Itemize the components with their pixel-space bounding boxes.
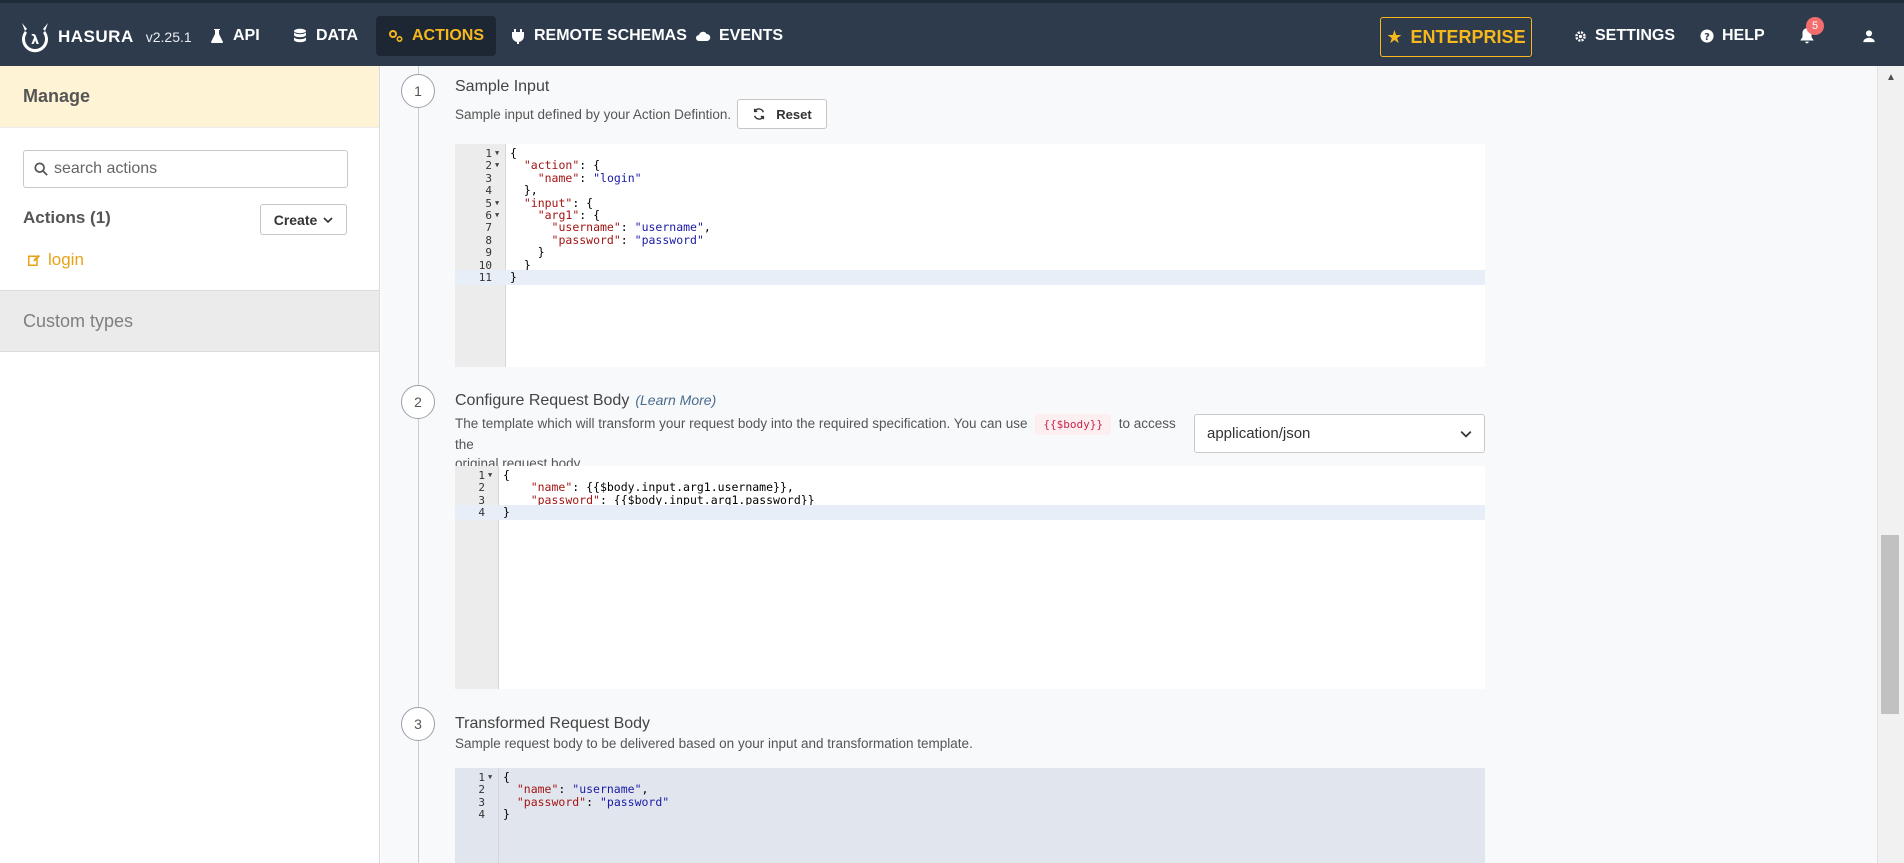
cogs-icon — [389, 30, 403, 43]
nav-remote-schemas-label: REMOTE SCHEMAS — [534, 27, 687, 44]
content-type-select[interactable]: application/json — [1194, 414, 1485, 453]
cloud-icon — [696, 31, 711, 41]
transformed-body-preview: 1 ▼{2 "name": "username", 3 "password": "p… — [455, 768, 1485, 863]
database-icon — [294, 28, 306, 43]
nav-data[interactable]: DATA — [280, 16, 370, 56]
step-3-number: 3 — [401, 707, 435, 741]
brand-name: HASURA — [58, 27, 134, 46]
edit-icon — [28, 254, 40, 266]
help-icon: ? — [1700, 29, 1714, 43]
scroll-up-arrow-icon[interactable]: ▲ — [1886, 72, 1896, 83]
nav-actions[interactable]: ACTIONS — [376, 16, 496, 56]
sidebar-item-login-label: login — [48, 250, 84, 269]
hasura-logo[interactable]: λ HASURA v2.25.1 — [18, 20, 192, 54]
flask-icon — [211, 29, 223, 43]
gear-icon — [1575, 30, 1586, 42]
nav-api-label: API — [233, 27, 260, 44]
step-1-number: 1 — [401, 74, 435, 108]
sample-input-desc: Sample input defined by your Action Defi… — [455, 107, 732, 122]
nav-remote-schemas[interactable]: REMOTE SCHEMAS — [498, 16, 699, 56]
notification-count-badge: 5 — [1806, 17, 1824, 35]
sample-input-title: Sample Input — [455, 78, 550, 95]
search-actions-input[interactable]: search actions — [23, 150, 348, 188]
page-scrollbar[interactable]: ▲ — [1877, 66, 1904, 863]
nav-data-label: DATA — [316, 27, 359, 44]
user-menu-button[interactable] — [1850, 16, 1888, 56]
line-number: 4 — [478, 808, 485, 822]
enterprise-button[interactable]: ★ ENTERPRISE — [1380, 17, 1532, 57]
nav-help-label: HELP — [1722, 27, 1765, 44]
transformed-body-title: Transformed Request Body — [455, 715, 651, 732]
nav-settings-label: SETTINGS — [1595, 27, 1676, 44]
hasura-logo-icon: λ — [22, 23, 48, 53]
nav-help[interactable]: ? HELP — [1688, 16, 1777, 56]
user-icon — [1863, 30, 1875, 43]
line-number: 11 — [478, 271, 492, 284]
nav-events[interactable]: EVENTS — [683, 16, 795, 56]
top-navbar: λ HASURA v2.25.1 API DATA ACTIONS REMOTE… — [0, 0, 1904, 66]
create-label: Create — [273, 211, 318, 228]
code-text: } — [503, 505, 510, 520]
search-icon — [34, 162, 48, 176]
scrollbar-thumb[interactable] — [1881, 535, 1899, 714]
content-type-value: application/json — [1207, 425, 1311, 442]
version-label: v2.25.1 — [145, 29, 192, 45]
svg-text:λ: λ — [31, 33, 39, 48]
chevron-down-icon — [323, 216, 333, 223]
nav-api[interactable]: API — [197, 16, 272, 56]
chevron-down-icon — [1460, 430, 1472, 438]
search-placeholder: search actions — [54, 160, 158, 177]
nav-settings[interactable]: SETTINGS — [1562, 16, 1687, 56]
nav-actions-label: ACTIONS — [412, 27, 484, 44]
refresh-icon — [754, 108, 765, 120]
code-line: 4} — [455, 807, 1485, 822]
step-2-number: 2 — [401, 385, 435, 419]
reset-label: Reset — [776, 106, 812, 122]
sample-input-editor[interactable]: 1 ▼{2 ▼ "action": {3 "name": "login" 4 }, 5 ▼… — [455, 144, 1485, 367]
transformed-body-desc: Sample request body to be delivered base… — [455, 736, 973, 751]
actions-heading: Actions (1) — [23, 208, 111, 227]
code-text: } — [510, 270, 517, 284]
sidebar-manage-header[interactable]: Manage — [0, 66, 379, 128]
request-body-desc-text: The template which will transform your r… — [455, 416, 1028, 431]
step-timeline — [418, 66, 419, 863]
sidebar-custom-types[interactable]: Custom types — [0, 290, 379, 352]
code-line: 11} — [455, 270, 1485, 285]
star-icon: ★ — [1386, 26, 1403, 47]
body-variable-chip: {{$body}} — [1035, 414, 1111, 435]
enterprise-label: ENTERPRISE — [1410, 26, 1526, 47]
nav-events-label: EVENTS — [719, 27, 784, 44]
plug-icon — [512, 29, 524, 44]
code-line: 4} — [455, 505, 1485, 521]
learn-more-link[interactable]: (Learn More) — [635, 392, 716, 408]
line-number: 4 — [478, 506, 485, 520]
code-text: } — [503, 807, 510, 822]
request-body-title-text: Configure Request Body — [455, 392, 630, 409]
action-transform-panel: 1 Sample Input Sample input defined by y… — [381, 66, 1877, 863]
create-action-button[interactable]: Create — [260, 204, 347, 235]
sidebar: Manage search actions Actions (1) Create… — [0, 66, 380, 863]
request-body-title: Configure Request Body (Learn More) — [455, 392, 716, 410]
reset-button[interactable]: Reset — [737, 99, 827, 129]
svg-text:?: ? — [1704, 32, 1710, 43]
request-body-desc: The template which will transform your r… — [455, 414, 1190, 473]
sidebar-item-login[interactable]: login — [28, 250, 84, 270]
request-body-template-editor[interactable]: 1 ▼{2 "name": {{$body.input.arg1.username… — [455, 466, 1485, 689]
